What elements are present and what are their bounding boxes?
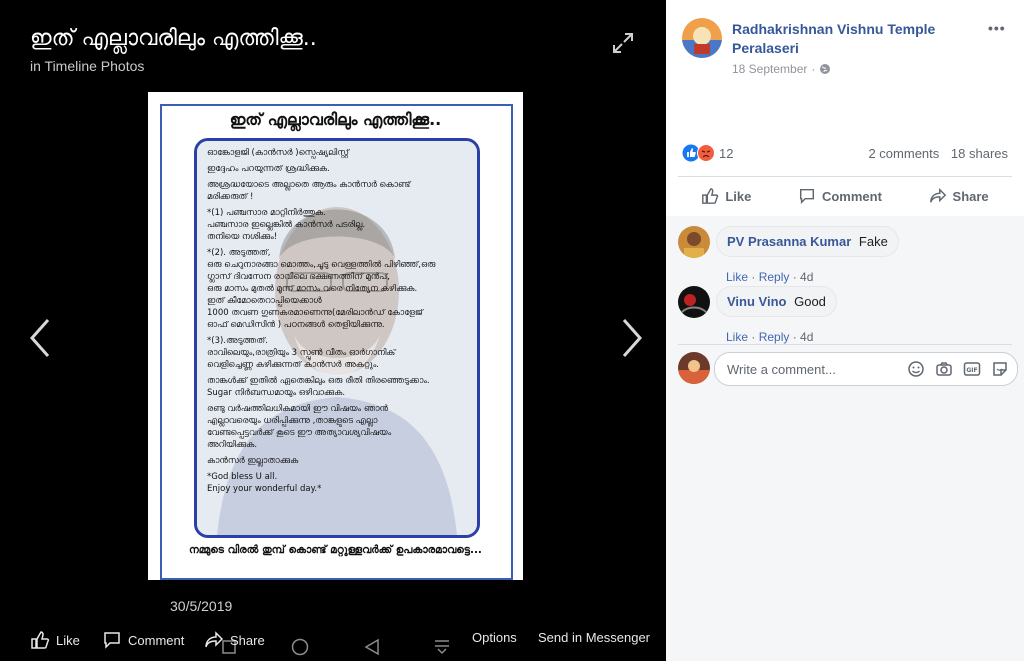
comment-meta: Like · Reply · 4d [726, 270, 814, 284]
comment-age[interactable]: 4d [800, 330, 813, 344]
post-like-button[interactable]: Like [701, 187, 751, 205]
reactions-count: 12 [719, 145, 734, 161]
options-button[interactable]: Options [472, 630, 517, 645]
comment-reply-link[interactable]: Reply [759, 270, 790, 284]
share-icon [205, 631, 224, 648]
viewer-like-button[interactable]: Like [30, 630, 80, 650]
camera-icon[interactable] [935, 360, 953, 378]
poster-body-text: ഓങ്കോളജി (കാൻസർ )സ്പെഷ്യലിസ്റ്റ് ഇദ്ദേഹം… [207, 147, 469, 499]
comment-author-link[interactable]: PV Prasanna Kumar [727, 234, 851, 249]
post-comment-label: Comment [821, 188, 882, 204]
comment-age[interactable]: 4d [800, 270, 813, 284]
comment-bubble: PV Prasanna Kumar Fake [716, 226, 899, 257]
comment-reply-link[interactable]: Reply [759, 330, 790, 344]
thumbs-up-icon [702, 188, 719, 204]
comment-text: Good [794, 294, 826, 309]
post-sidebar: Radhakrishnan Vishnu Temple Peralaseri 1… [666, 0, 1024, 661]
back-nav-icon[interactable] [364, 638, 380, 656]
comment-meta: Like · Reply · 4d [726, 330, 814, 344]
reactions-summary[interactable]: 12 [682, 144, 733, 162]
viewer-comment-button[interactable]: Comment [102, 630, 184, 650]
composer-icons: GIF [907, 360, 1009, 378]
photo-title: ഇത് എല്ലാവരിലും എത്തിക്കൂ.. [30, 26, 317, 51]
poster-line: *(1) പഞ്ചസാര മാറ്റിനിർത്തുക. പഞ്ചസാര ഇല്… [207, 208, 366, 242]
comment-text: Fake [858, 234, 888, 249]
angry-reaction-icon [697, 144, 715, 162]
previous-photo-icon[interactable] [28, 318, 52, 358]
dot-separator: · [811, 62, 816, 76]
viewer-bottom-bar: Like Comment Share Options Send in Messe… [0, 622, 666, 661]
poster-line: *God bless U all. Enjoy your wonderful d… [207, 472, 322, 494]
poster-line: ഓങ്കോളജി (കാൻസർ )സ്പെഷ്യലിസ്റ്റ് [207, 148, 349, 158]
page-name-link[interactable]: Radhakrishnan Vishnu Temple Peralaseri [732, 20, 962, 58]
options-label: Options [472, 630, 517, 645]
post-actions: Like Comment Share [678, 176, 1012, 216]
comment-icon [799, 188, 814, 205]
comments-count-link[interactable]: 2 comments [868, 146, 939, 161]
poster-heading: ഇത് എല്ലാവരിലും എത്തിക്കൂ.. [229, 110, 442, 129]
commenter-avatar[interactable] [678, 226, 710, 258]
post-comment-button[interactable]: Comment [798, 187, 882, 205]
download-nav-icon[interactable] [434, 638, 450, 656]
poster-line: *(3).അടുത്തത്. രാവിലെയും,രാത്രിയും 3 സ്പ… [207, 336, 396, 370]
poster-line: കാൻസർ ഇല്ലാതാക്കുക [207, 456, 299, 466]
share-icon [929, 187, 946, 203]
viewer-comment-label: Comment [128, 632, 185, 648]
poster-line: ഇദ്ദേഹം പറയുന്നത് ശ്രദ്ധിക്കുക. [207, 164, 330, 174]
commenter-avatar[interactable] [678, 286, 710, 318]
more-options-icon[interactable]: ••• [988, 20, 1006, 36]
comment-item: Vinu Vino Good Like · Reply · 4d [678, 286, 1018, 346]
photo-image[interactable]: ഇത് എല്ലാവരിലും എത്തിക്കൂ.. ഓങ്കോളജി (കാ… [148, 92, 523, 580]
sticker-icon[interactable] [991, 360, 1009, 378]
post-timestamp[interactable]: 18 September · [732, 62, 831, 76]
comment-author-link[interactable]: Vinu Vino [727, 294, 786, 309]
comment-input[interactable] [727, 353, 897, 385]
comment-like-link[interactable]: Like [726, 270, 748, 284]
home-nav-icon[interactable] [291, 638, 309, 656]
current-user-avatar [678, 352, 710, 384]
shares-count-link[interactable]: 18 shares [951, 146, 1008, 161]
svg-text:GIF: GIF [966, 367, 977, 374]
poster-content-box: ഓങ്കോളജി (കാൻസർ )സ്പെഷ്യലിസ്റ്റ് ഇദ്ദേഹം… [194, 138, 480, 538]
comment-item: PV Prasanna Kumar Fake Like · Reply · 4d [678, 226, 1018, 286]
comment-icon [104, 632, 120, 649]
thumbs-up-icon [31, 631, 50, 649]
poster-footer: നമ്മുടെ വിരൽ തുമ്പ് കൊണ്ട് മറ്റുള്ളവർക്ക… [189, 544, 482, 556]
send-in-messenger-button[interactable]: Send in Messenger [538, 630, 650, 645]
post-stats: 2 comments 18 shares [860, 146, 1008, 161]
poster-line: *(2). അടുത്തത്, ഒരു ചെറുനാരങ്ങാ മൊത്തം,ച… [207, 248, 436, 330]
post-share-label: Share [952, 188, 989, 204]
viewer-like-label: Like [56, 632, 80, 648]
album-link[interactable]: in Timeline Photos [30, 58, 144, 74]
post-like-label: Like [725, 188, 752, 204]
photo-viewer: ഇത് എല്ലാവരിലും എത്തിക്കൂ.. in Timeline … [0, 0, 666, 661]
poster-line: രണ്ടു വർഷത്തിലധികമായി ഈ വിഷയം ഞാൻ എല്ലാവ… [207, 404, 392, 450]
photo-date: 30/5/2019 [170, 598, 233, 614]
poster-line: താങ്കൾക്ക് ഇതിൽ ഏതെങ്കിലും ഒരു രീതി തിരഞ… [207, 376, 430, 398]
post-share-button[interactable]: Share [929, 187, 989, 205]
comments-section: PV Prasanna Kumar Fake Like · Reply · 4d… [666, 216, 1024, 661]
poster-line: അശ്രദ്ധയോടെ അല്ലാതെ ആരും കാൻസർ കൊണ്ട് മര… [207, 180, 411, 202]
post-time-text: 18 September [732, 62, 808, 76]
send-in-messenger-label: Send in Messenger [538, 630, 651, 645]
page-avatar[interactable] [682, 18, 722, 58]
comment-bubble: Vinu Vino Good [716, 286, 837, 317]
globe-icon [820, 64, 831, 74]
emoji-icon[interactable] [907, 360, 925, 378]
divider [678, 344, 1012, 345]
gif-icon[interactable]: GIF [963, 360, 981, 378]
next-photo-icon[interactable] [620, 318, 644, 358]
comment-composer: GIF [714, 352, 1018, 386]
expand-icon[interactable] [612, 32, 634, 54]
square-nav-icon[interactable] [222, 640, 236, 654]
comment-like-link[interactable]: Like [726, 330, 748, 344]
